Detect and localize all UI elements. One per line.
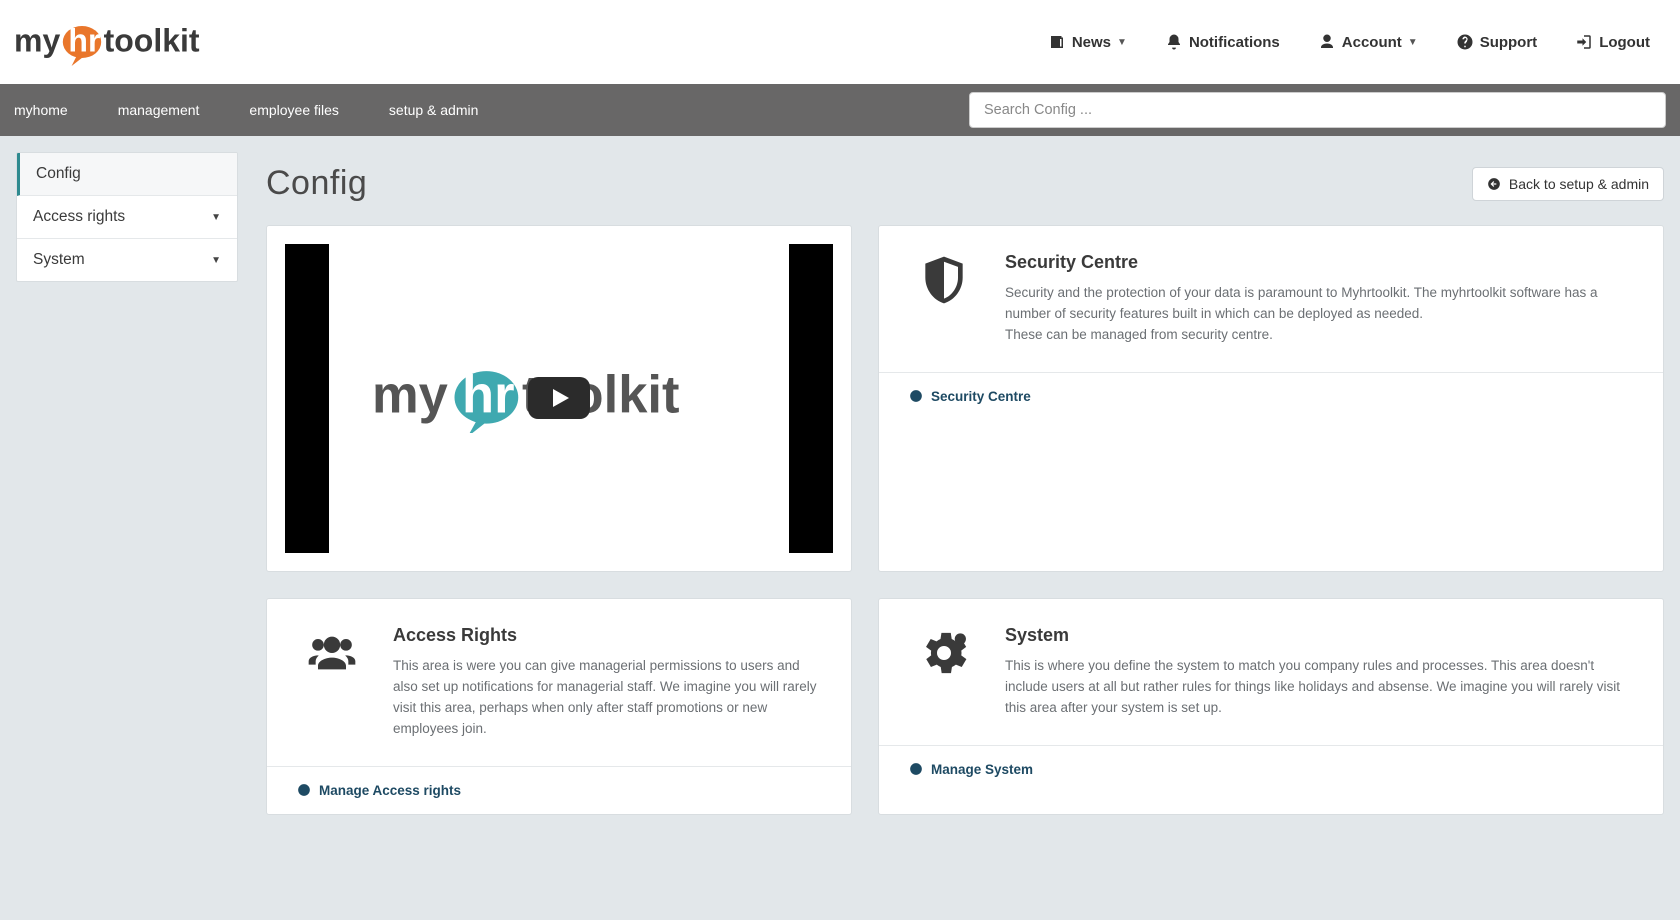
logout-icon <box>1575 33 1593 51</box>
nav-account-label: Account <box>1342 34 1402 51</box>
page: Config Access rights ▼ System ▼ Config B… <box>0 136 1680 920</box>
topbar: my hr toolkit News ▼ Notifications Accou… <box>0 0 1680 84</box>
caret-down-icon: ▼ <box>211 212 221 223</box>
nav-notifications-label: Notifications <box>1189 34 1280 51</box>
video-card: my hr toolkit <box>266 225 852 572</box>
arrow-right-icon <box>297 783 311 797</box>
logo-accent: hr <box>68 23 100 59</box>
logo-prefix: my <box>14 23 60 59</box>
nav-setup-admin[interactable]: setup & admin <box>389 86 479 134</box>
sidebar-item-label: System <box>33 251 85 269</box>
access-link-label: Manage Access rights <box>319 783 461 798</box>
system-title: System <box>1005 625 1633 646</box>
system-link-label: Manage System <box>931 762 1033 777</box>
play-icon[interactable] <box>528 377 590 419</box>
nav-logout-label: Logout <box>1599 34 1650 51</box>
arrow-left-icon <box>1487 177 1501 191</box>
access-card: Access Rights This area is were you can … <box>266 598 852 815</box>
gears-icon <box>909 625 979 719</box>
search-wrap <box>969 92 1666 128</box>
top-nav: News ▼ Notifications Account ▼ Support L… <box>1048 33 1650 51</box>
nav-notifications[interactable]: Notifications <box>1165 33 1280 51</box>
arrow-right-icon <box>909 762 923 776</box>
system-desc: This is where you define the system to m… <box>1005 656 1633 719</box>
page-title: Config <box>266 164 367 203</box>
arrow-right-icon <box>909 389 923 403</box>
svg-text:hr: hr <box>462 366 515 425</box>
nav-news-label: News <box>1072 34 1111 51</box>
sidebar-item-label: Access rights <box>33 208 125 226</box>
security-title: Security Centre <box>1005 252 1633 273</box>
video-player[interactable]: my hr toolkit <box>285 244 833 553</box>
navbar: myhome management employee files setup &… <box>0 84 1680 136</box>
users-icon <box>297 625 367 740</box>
main: Config Back to setup & admin my <box>266 152 1664 815</box>
security-link-label: Security Centre <box>931 389 1031 404</box>
sidebar-item-config[interactable]: Config <box>17 153 237 196</box>
security-desc1: Security and the protection of your data… <box>1005 283 1633 325</box>
security-card: Security Centre Security and the protect… <box>878 225 1664 572</box>
caret-down-icon: ▼ <box>1408 37 1418 48</box>
svg-text:my: my <box>372 366 448 425</box>
caret-down-icon: ▼ <box>1117 37 1127 48</box>
security-desc2: These can be managed from security centr… <box>1005 325 1633 346</box>
security-link[interactable]: Security Centre <box>909 389 1633 404</box>
back-to-setup-button[interactable]: Back to setup & admin <box>1472 167 1664 201</box>
nav-employee-files[interactable]: employee files <box>249 86 339 134</box>
nav-management[interactable]: management <box>118 86 200 134</box>
sidebar-item-label: Config <box>36 165 81 183</box>
nav-support[interactable]: Support <box>1456 33 1538 51</box>
nav-support-label: Support <box>1480 34 1538 51</box>
caret-down-icon: ▼ <box>211 255 221 266</box>
logo-suffix: toolkit <box>104 23 200 59</box>
access-title: Access Rights <box>393 625 821 646</box>
shield-icon <box>909 252 979 346</box>
user-icon <box>1318 33 1336 51</box>
nav-myhome[interactable]: myhome <box>14 86 68 134</box>
access-link[interactable]: Manage Access rights <box>297 783 821 798</box>
back-button-label: Back to setup & admin <box>1509 176 1649 192</box>
brand-logo[interactable]: my hr toolkit <box>14 18 254 66</box>
access-desc: This area is were you can give manageria… <box>393 656 821 740</box>
sidebar: Config Access rights ▼ System ▼ <box>16 152 238 282</box>
page-head: Config Back to setup & admin <box>266 164 1664 203</box>
nav-account[interactable]: Account ▼ <box>1318 33 1418 51</box>
nav-logout[interactable]: Logout <box>1575 33 1650 51</box>
sidebar-item-system[interactable]: System ▼ <box>17 239 237 281</box>
system-card: System This is where you define the syst… <box>878 598 1664 815</box>
sidebar-item-access-rights[interactable]: Access rights ▼ <box>17 196 237 239</box>
bell-icon <box>1165 33 1183 51</box>
newspaper-icon <box>1048 33 1066 51</box>
question-icon <box>1456 33 1474 51</box>
system-link[interactable]: Manage System <box>909 762 1633 777</box>
nav-news[interactable]: News ▼ <box>1048 33 1127 51</box>
nav-links: myhome management employee files setup &… <box>14 86 478 134</box>
search-input[interactable] <box>969 92 1666 128</box>
